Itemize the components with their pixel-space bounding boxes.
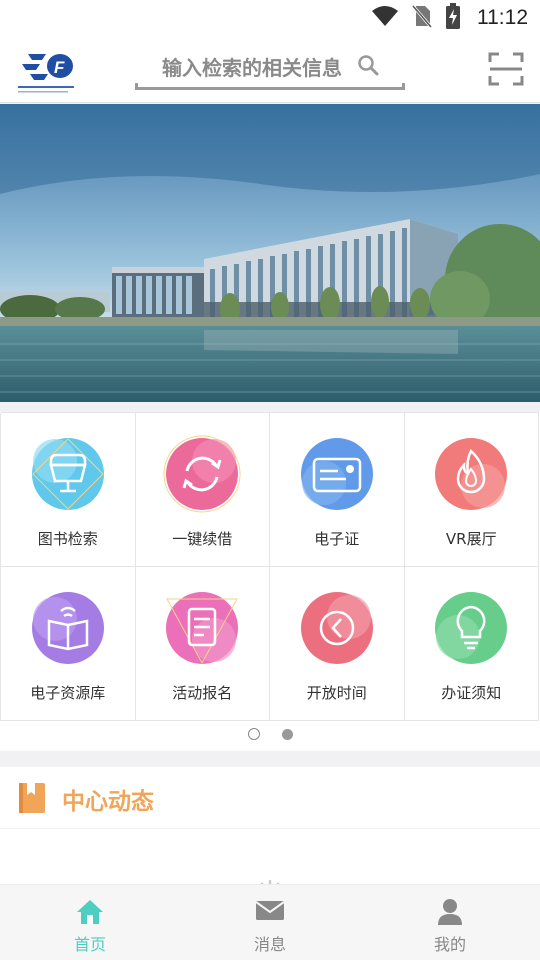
page-dot-2[interactable] (281, 729, 293, 740)
news-header[interactable]: 中心动态 (0, 767, 540, 829)
service-ecard[interactable]: 电子证 (269, 413, 405, 567)
search-icon[interactable] (357, 54, 379, 80)
service-panel: 图书检索 一键续借 电子证 VR展厅 电子资源库 活动报名 开放时间 办证须知 (0, 412, 540, 751)
service-grid: 图书检索 一键续借 电子证 VR展厅 电子资源库 活动报名 开放时间 办证须知 (0, 412, 539, 721)
tab-home[interactable]: 首页 (0, 885, 180, 960)
book-search-icon (25, 431, 111, 517)
scan-icon[interactable] (488, 51, 524, 91)
service-label: 电子资源库 (30, 684, 106, 702)
service-signup[interactable]: 活动报名 (134, 567, 270, 721)
service-label: 开放时间 (306, 684, 367, 702)
user-icon (437, 898, 463, 930)
library-building-photo (0, 104, 540, 402)
service-label: 电子证 (314, 530, 360, 548)
page-dot-1[interactable] (247, 728, 260, 740)
home-icon (76, 898, 104, 930)
battery-charging-icon (445, 3, 461, 33)
wifi-icon (371, 5, 399, 31)
renew-icon (159, 431, 245, 517)
status-time: 11:12 (477, 6, 528, 29)
tab-label: 消息 (253, 935, 286, 954)
service-eresources[interactable]: 电子资源库 (0, 567, 136, 721)
header: F 输入检索的相关信息 (0, 36, 540, 103)
tab-label: 我的 (433, 935, 466, 954)
mail-icon (255, 898, 285, 926)
search-placeholder: 输入检索的相关信息 (162, 56, 342, 80)
status-bar: 11:12 (0, 0, 540, 36)
service-opening-hours[interactable]: 开放时间 (269, 567, 405, 721)
ecard-icon (294, 431, 380, 517)
service-card-guide[interactable]: 办证须知 (403, 567, 539, 721)
clock-icon (294, 585, 380, 671)
service-label: VR展厅 (445, 530, 497, 548)
tab-messages[interactable]: 消息 (180, 885, 360, 960)
signup-icon (159, 585, 245, 671)
page-indicator (0, 728, 540, 742)
service-label: 一键续借 (172, 530, 233, 548)
service-renew[interactable]: 一键续借 (134, 413, 270, 567)
svg-text:F: F (54, 58, 65, 77)
service-book-search[interactable]: 图书检索 (0, 413, 136, 567)
status-icons: 11:12 (371, 3, 528, 33)
service-label: 办证须知 (441, 684, 502, 702)
bottom-tab-bar: 首页 消息 我的 (0, 884, 540, 960)
service-vr-hall[interactable]: VR展厅 (403, 413, 539, 567)
tab-label: 首页 (73, 935, 106, 954)
tab-mine[interactable]: 我的 (360, 885, 540, 960)
ebook-icon (25, 585, 111, 671)
lightbulb-icon (428, 585, 514, 671)
bookmark-book-icon (18, 782, 46, 818)
no-sim-icon (411, 4, 433, 32)
news-title: 中心动态 (62, 789, 154, 815)
service-label: 图书检索 (37, 530, 98, 548)
banner-image[interactable] (0, 104, 540, 402)
service-label: 活动报名 (172, 684, 233, 702)
search-input[interactable]: 输入检索的相关信息 (135, 44, 405, 90)
news-section: 中心动态 (0, 767, 540, 892)
fire-icon (428, 431, 514, 517)
library-logo[interactable]: F (16, 46, 78, 96)
